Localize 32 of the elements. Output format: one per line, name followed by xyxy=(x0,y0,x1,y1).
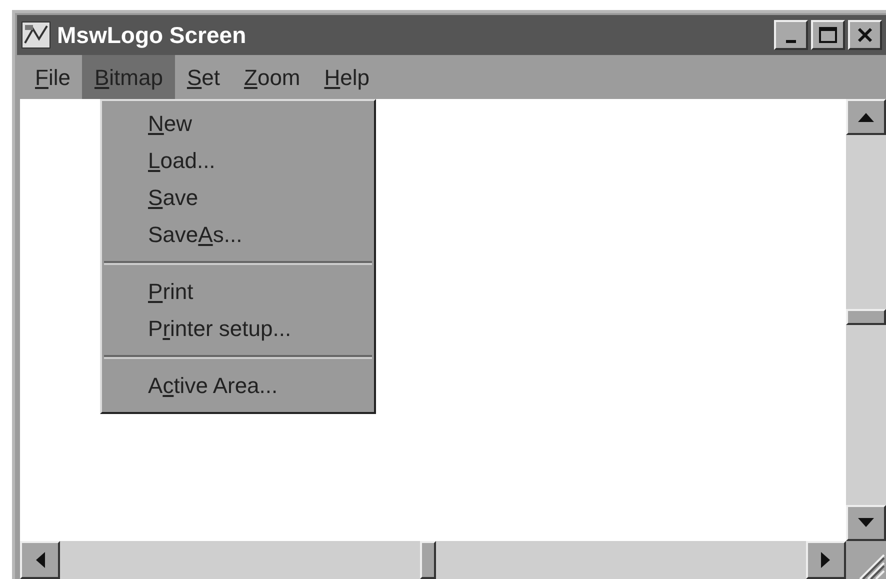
down-arrow-icon xyxy=(858,518,874,528)
menu-item[interactable]: Save xyxy=(102,179,374,216)
maximize-icon xyxy=(819,27,837,43)
scroll-left-button[interactable] xyxy=(20,541,60,579)
maximize-button[interactable] xyxy=(811,20,845,50)
scroll-up-button[interactable] xyxy=(846,99,886,135)
window-title: MswLogo Screen xyxy=(57,20,248,50)
minimize-icon xyxy=(786,40,796,42)
left-arrow-icon xyxy=(35,552,45,568)
menu-item[interactable]: Print xyxy=(102,273,374,310)
vertical-scrollbar[interactable] xyxy=(846,99,886,541)
horizontal-scrollbar[interactable] xyxy=(20,541,846,579)
up-arrow-icon xyxy=(858,112,874,122)
app-icon xyxy=(21,21,51,49)
scroll-thumb[interactable] xyxy=(846,309,886,325)
menu-item[interactable]: Load... xyxy=(102,142,374,179)
menu-item[interactable]: File xyxy=(23,54,82,100)
minimize-button[interactable] xyxy=(774,20,808,50)
menu-item[interactable]: SaveAs... xyxy=(102,216,374,253)
scroll-thumb[interactable] xyxy=(420,541,436,579)
menu-item[interactable]: Bitmap xyxy=(82,54,175,100)
menu-item[interactable]: Active Area... xyxy=(102,367,374,404)
close-icon xyxy=(857,27,873,43)
right-arrow-icon xyxy=(821,552,831,568)
menu-item[interactable]: Set xyxy=(174,54,232,100)
scroll-down-button[interactable] xyxy=(846,505,886,541)
scroll-right-button[interactable] xyxy=(806,541,846,579)
menu-item[interactable]: Printer setup... xyxy=(102,310,374,347)
menu-item[interactable]: Zoom xyxy=(232,54,312,100)
close-button[interactable] xyxy=(848,20,882,50)
menu-item[interactable]: New xyxy=(102,105,374,142)
menu-item[interactable]: Help xyxy=(312,54,382,100)
